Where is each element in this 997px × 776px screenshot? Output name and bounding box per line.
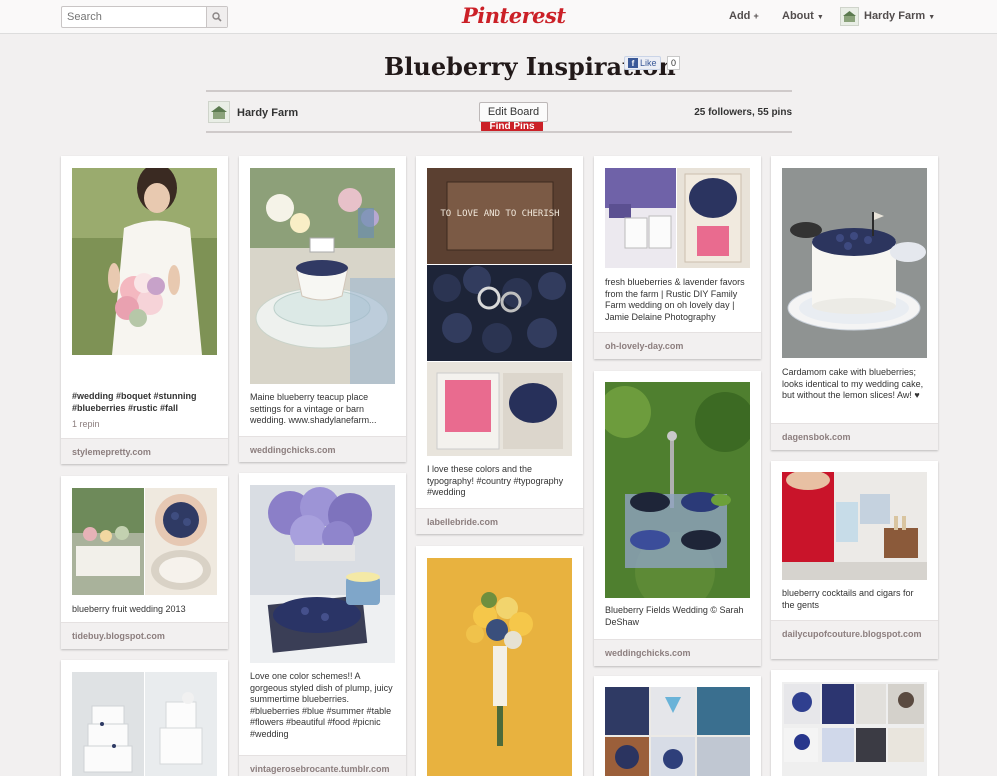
pin-description: blueberry fruit wedding 2013 xyxy=(72,604,186,614)
pin-image[interactable] xyxy=(427,558,572,776)
user-name: Hardy Farm xyxy=(864,10,926,22)
divider xyxy=(206,131,792,133)
pin-description: #wedding #boquet #stunning #blueberries … xyxy=(72,391,197,413)
pin-source[interactable]: dailycupofcouture.blogspot.com xyxy=(771,620,938,659)
pin-image[interactable] xyxy=(605,382,750,598)
farm-logo-icon xyxy=(211,105,227,119)
pin-image[interactable] xyxy=(72,168,217,355)
pin-card[interactable] xyxy=(416,546,583,776)
like-label: Like xyxy=(640,58,657,68)
pin-source[interactable]: oh-lovely-day.com xyxy=(594,332,761,359)
pin-image[interactable] xyxy=(782,168,927,358)
farm-logo-icon xyxy=(843,11,856,22)
pin-description: Blueberry Fields Wedding © Sarah DeShaw xyxy=(605,605,744,627)
top-bar: Pinterest Add + About ▼ Hardy Farm ▼ xyxy=(0,0,997,34)
pin-description: Cardamom cake with blueberries; looks id… xyxy=(782,367,924,400)
pin-source[interactable]: dagensbok.com xyxy=(771,423,938,450)
pin-image[interactable] xyxy=(250,168,395,384)
pin-source[interactable]: weddingchicks.com xyxy=(594,639,761,666)
pin-card[interactable]: blueberry cocktails and cigars for the g… xyxy=(771,461,938,659)
about-menu[interactable]: About ▼ xyxy=(782,10,824,22)
user-avatar[interactable] xyxy=(840,7,859,26)
add-menu[interactable]: Add + xyxy=(729,10,759,22)
like-count: 0 xyxy=(667,56,681,70)
pin-card[interactable] xyxy=(594,676,761,776)
board-owner-avatar[interactable] xyxy=(208,101,230,123)
pin-card[interactable]: Maine blueberry teacup place settings fo… xyxy=(239,156,406,462)
search-icon xyxy=(212,12,222,22)
pin-card[interactable]: Blueberry Fields Wedding © Sarah DeShaw … xyxy=(594,371,761,666)
pin-image[interactable] xyxy=(605,687,750,776)
pin-card[interactable] xyxy=(771,670,938,776)
facebook-icon: f xyxy=(628,58,638,68)
pin-image[interactable] xyxy=(782,682,927,776)
pin-source[interactable]: vintagerosebrocante.tumblr.com xyxy=(239,755,406,776)
pin-image[interactable]: TO LOVE AND TO CHERISH xyxy=(427,168,572,456)
pin-card[interactable]: Love one color schemes!! A gorgeous styl… xyxy=(239,473,406,776)
pin-image[interactable] xyxy=(72,488,217,595)
search-box xyxy=(61,6,228,28)
edit-board-button[interactable]: Edit Board xyxy=(479,102,548,122)
sign-text: TO LOVE AND TO CHERISH xyxy=(440,209,559,219)
pin-image[interactable] xyxy=(605,168,750,268)
pin-card[interactable]: blueberry fruit wedding 2013 tidebuy.blo… xyxy=(61,476,228,649)
pin-source[interactable]: stylemepretty.com xyxy=(61,438,228,464)
divider xyxy=(206,90,792,92)
plus-icon: + xyxy=(753,11,759,21)
board-owner-name[interactable]: Hardy Farm xyxy=(237,107,298,119)
pin-source[interactable]: labellebride.com xyxy=(416,508,583,534)
pin-card[interactable]: fresh blueberries & lavender favors from… xyxy=(594,156,761,359)
add-label: Add xyxy=(729,10,751,22)
pin-card[interactable]: Cardamom cake with blueberries; looks id… xyxy=(771,156,938,450)
pin-description: I love these colors and the typography! … xyxy=(427,464,564,497)
pin-description: Maine blueberry teacup place settings fo… xyxy=(250,392,377,425)
pin-image[interactable] xyxy=(250,485,395,663)
pin-card[interactable]: TO LOVE AND TO CHERISH I love these colo… xyxy=(416,156,583,534)
pin-description: fresh blueberries & lavender favors from… xyxy=(605,277,745,322)
pin-description: blueberry cocktails and cigars for the g… xyxy=(782,588,914,610)
pin-image[interactable] xyxy=(72,672,217,776)
user-menu[interactable]: Hardy Farm ▼ xyxy=(864,10,935,22)
pin-image[interactable] xyxy=(782,472,927,580)
about-label: About xyxy=(782,10,814,22)
pin-card[interactable]: #wedding #boquet #stunning #blueberries … xyxy=(61,156,228,464)
search-input[interactable] xyxy=(62,7,207,27)
pin-card[interactable] xyxy=(61,660,228,776)
repin-count: 1 repin xyxy=(72,419,100,429)
pin-source[interactable]: tidebuy.blogspot.com xyxy=(61,622,228,649)
pinterest-logo[interactable]: Pinterest xyxy=(462,3,566,28)
chevron-down-icon: ▼ xyxy=(928,14,936,21)
pin-source[interactable]: weddingchicks.com xyxy=(239,436,406,462)
board-stats: 25 followers, 55 pins xyxy=(694,107,792,118)
chevron-down-icon: ▼ xyxy=(816,14,824,21)
search-button[interactable] xyxy=(206,7,227,27)
facebook-like-button[interactable]: f Like xyxy=(624,56,661,70)
pin-description: Love one color schemes!! A gorgeous styl… xyxy=(250,671,393,739)
